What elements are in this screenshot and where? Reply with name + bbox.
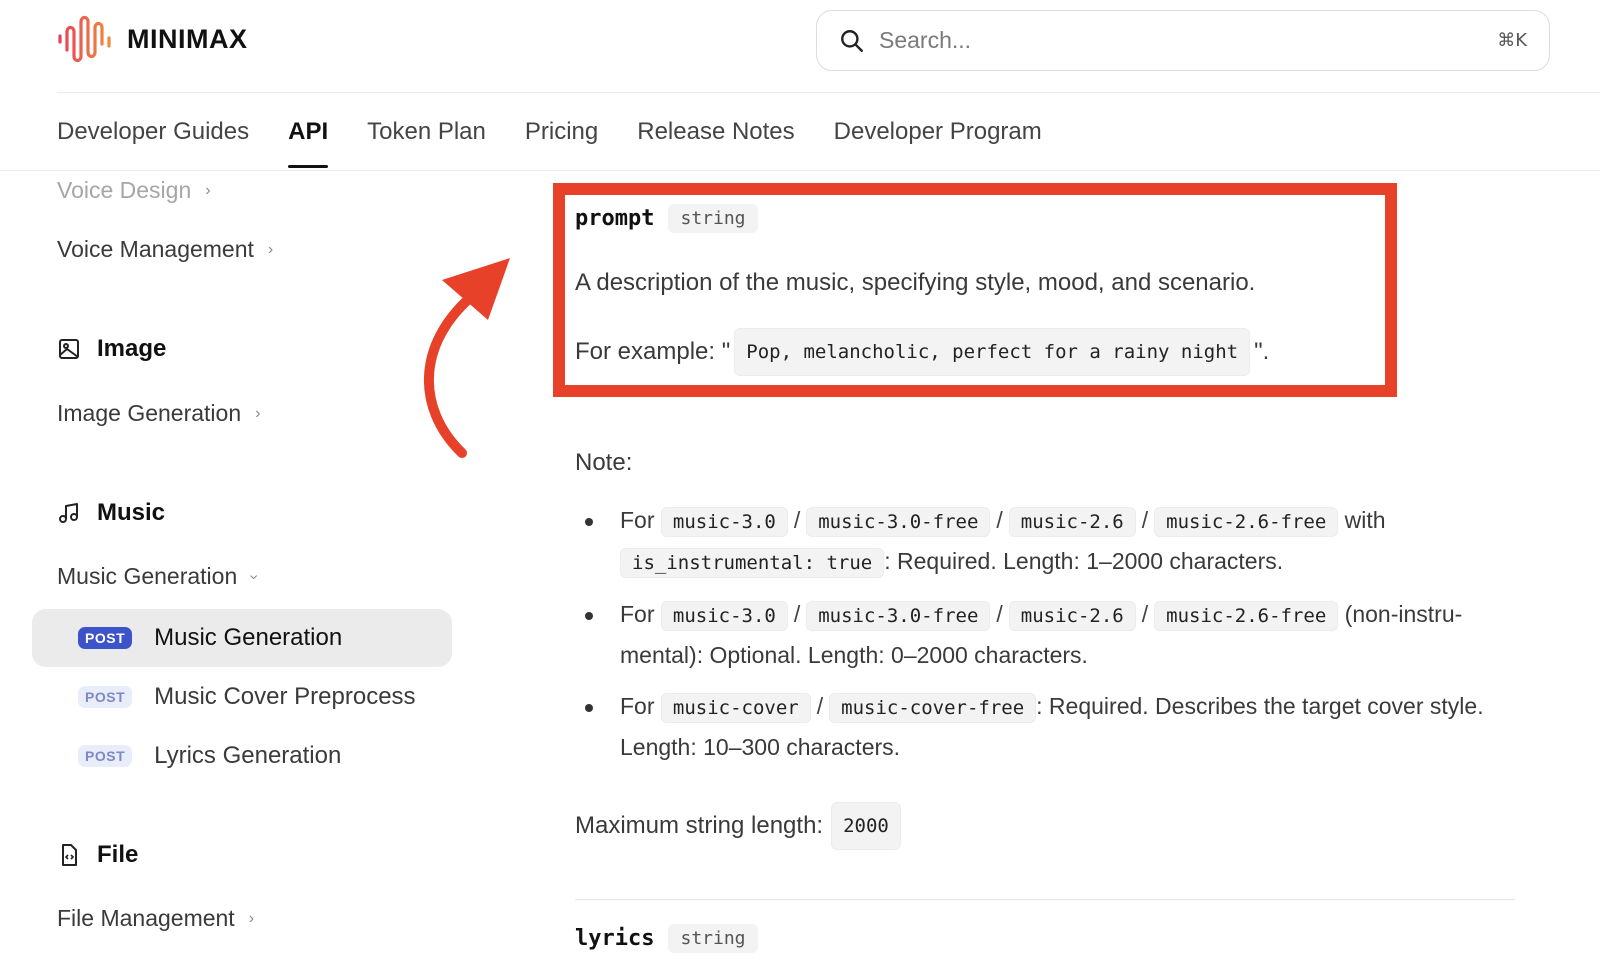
model-code: music-2.6-free [1154,507,1339,537]
tab-api[interactable]: API [288,108,329,168]
sidebar-subitem-music-generation[interactable]: POST Music Generation [32,609,452,667]
model-code: music-3.0-free [806,601,991,631]
example-suffix: ". [1254,338,1270,365]
section-title: Music [97,499,166,526]
sidebar-item-label: File Management [57,905,235,931]
music-note-icon [59,503,78,523]
field-divider [575,899,1515,900]
model-code: music-cover-free [829,693,1037,723]
method-badge: POST [78,745,133,767]
model-code: music-2.6 [1008,507,1136,537]
field-header-prompt: prompt string [575,204,758,233]
search-icon [841,29,863,52]
logo[interactable]: MINIMAX [57,14,248,64]
note-prefix: For [620,601,655,627]
note-mid: with [1344,507,1386,533]
model-code: music-3.0 [660,507,788,537]
sidebar-subitem-label: Music Generation [154,624,343,651]
model-code: music-2.6 [1008,601,1136,631]
method-badge: POST [78,686,133,708]
file-icon [62,844,77,866]
sidebar-item-image-generation[interactable]: Image Generation › [57,400,260,427]
type-badge: string [668,924,758,953]
note-label: Note: [575,449,633,476]
top-nav-tabs: Developer Guides API Token Plan Pricing … [57,108,1042,168]
chevron-right-icon: › [205,181,211,199]
tab-release-notes[interactable]: Release Notes [637,108,794,168]
tab-developer-guides[interactable]: Developer Guides [57,108,249,168]
method-badge: POST [78,627,133,649]
image-icon [59,339,79,359]
chevron-right-icon: › [267,240,274,258]
field-name: prompt [575,206,655,231]
tab-pricing[interactable]: Pricing [525,108,598,168]
sidebar-subitem-music-cover-preprocess[interactable]: POST Music Cover Preprocess [32,668,452,726]
model-code: music-2.6-free [1154,601,1339,631]
sidebar-item-voice-management[interactable]: Voice Management › [57,236,273,263]
notes-list: For music-3.0/music-3.0-free / music-2.6/m… [575,501,1525,779]
sidebar-item-label: Image Generation [57,400,242,426]
header-divider [57,92,1600,93]
sidebar-section-music: Music [57,499,165,527]
model-code: music-3.0 [660,601,788,631]
section-title: Image [97,335,167,362]
list-item: For music-3.0/music-3.0-free / music-2.6/m… [575,501,1525,583]
sidebar-subitem-lyrics-generation[interactable]: POST Lyrics Generation [32,727,452,785]
sidebar-subitem-label: Music Cover Preprocess [154,683,416,710]
list-item: For music-cover / music-cover-free: Requir… [575,687,1525,767]
sidebar-item-label: Music Generation [57,563,238,589]
field-example: For example: " Pop, melancholic, perfect… [575,328,1269,376]
main-content: prompt string A description of the music… [553,171,1575,978]
example-code: Pop, melancholic, perfect for a rainy ni… [734,328,1251,376]
sidebar-item-voice-design[interactable]: Voice Design › [57,177,211,204]
search-box[interactable]: ⌘K [816,10,1550,71]
header: MINIMAX ⌘K [0,0,1600,93]
model-code: music-3.0-free [806,507,991,537]
field-name: lyrics [575,926,655,951]
search-input[interactable] [879,27,1498,54]
note-prefix: For [620,693,655,719]
note-prefix: For [620,507,655,533]
field-description: A description of the music, specifying s… [575,269,1256,296]
sidebar-section-file: File [57,841,138,869]
tab-token-plan[interactable]: Token Plan [367,108,486,168]
logo-text: MINIMAX [127,23,248,54]
chevron-right-icon: › [248,909,255,927]
max-length-label: Maximum string length: [575,812,824,839]
sidebar-subitem-label: Lyrics Generation [154,742,342,769]
field-header-lyrics: lyrics string [575,924,758,953]
sidebar-item-label: Voice Design [57,177,192,203]
model-code: music-cover [660,693,811,723]
sidebar-item-music-generation-group[interactable]: Music Generation › [57,563,263,590]
sidebar-item-label: Voice Management [57,236,254,262]
annotation-arrow-icon [423,258,510,458]
search-shortcut: ⌘K [1497,30,1527,51]
chevron-down-icon: › [245,573,263,580]
sidebar-section-image: Image [57,335,166,363]
minimax-logo-icon [58,15,111,63]
max-length-row: Maximum string length: 2000 [575,802,901,850]
tab-developer-program[interactable]: Developer Program [834,108,1042,168]
param-code: is_instrumental: true [620,548,885,578]
example-prefix: For example: " [575,338,731,365]
max-length-value: 2000 [831,802,901,850]
chevron-right-icon: › [255,404,261,422]
list-item: For music-3.0/music-3.0-free / music-2.6/m… [575,595,1525,675]
type-badge: string [668,204,758,233]
sidebar-item-file-management[interactable]: File Management › [57,905,254,932]
sidebar: Voice Design › Voice Management › Image … [0,171,470,978]
note-text: : Required. Length: 1–2000 characters. [884,548,1284,574]
section-title: File [97,841,139,868]
